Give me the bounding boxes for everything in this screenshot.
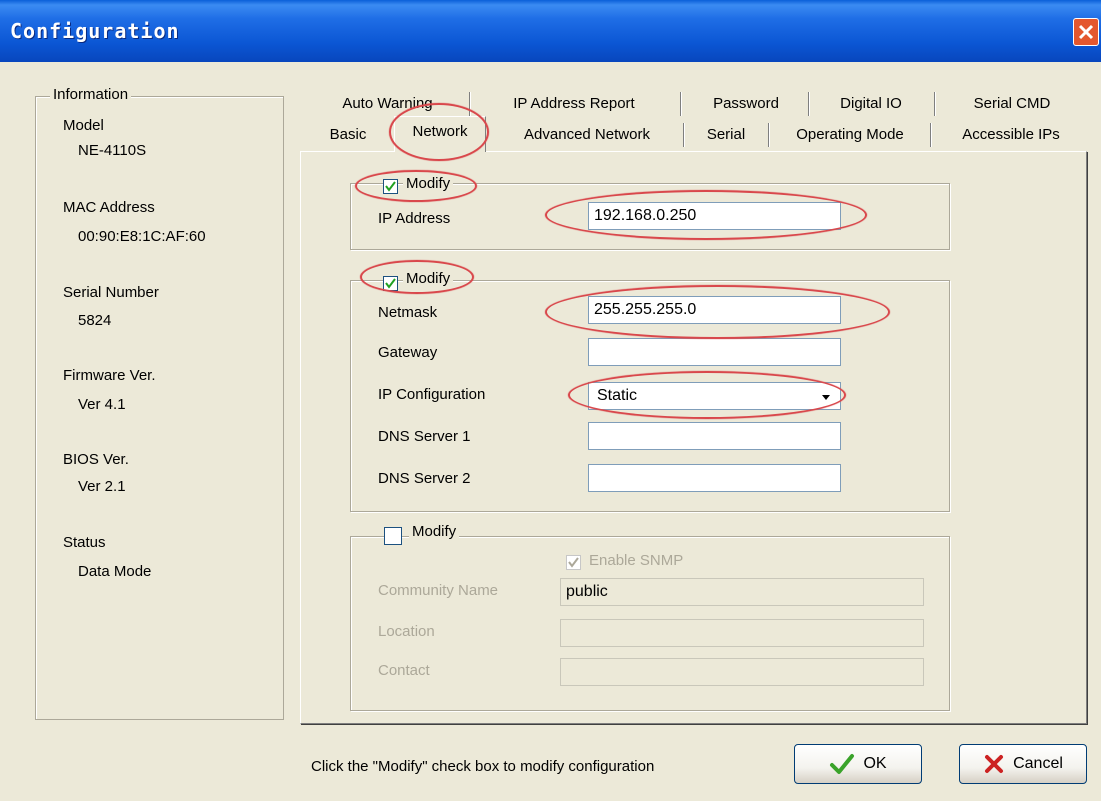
ip-modify-checkbox[interactable]	[383, 179, 398, 194]
tab-advanced-network[interactable]: Advanced Network	[497, 121, 677, 149]
location-label: Location	[378, 623, 435, 640]
gateway-label: Gateway	[378, 344, 438, 361]
gateway-input[interactable]	[588, 338, 841, 366]
dns-server-2-input[interactable]	[588, 464, 841, 492]
chevron-down-icon[interactable]	[820, 392, 832, 402]
ip-address-input[interactable]: 192.168.0.250	[588, 202, 841, 230]
cancel-button-label: Cancel	[1013, 755, 1063, 772]
contact-input[interactable]	[560, 658, 924, 686]
status-label: Status	[63, 534, 106, 551]
community-name-label: Community Name	[378, 582, 499, 599]
tab-serial[interactable]: Serial	[690, 121, 762, 149]
tab-divider	[934, 92, 935, 116]
ip-modify-label[interactable]: Modify	[403, 175, 454, 192]
contact-label: Contact	[378, 662, 430, 679]
close-button[interactable]	[1073, 18, 1099, 46]
ip-configuration-label: IP Configuration	[378, 386, 486, 403]
dns-server-2-label: DNS Server 2	[378, 470, 471, 487]
snmp-modify-label[interactable]: Modify	[409, 523, 460, 540]
firmware-value: Ver 4.1	[78, 396, 126, 413]
tab-divider	[930, 123, 931, 147]
bios-label: BIOS Ver.	[63, 451, 129, 468]
model-label: Model	[63, 117, 104, 134]
cancel-button[interactable]: Cancel	[959, 744, 1087, 784]
tab-divider	[680, 92, 681, 116]
netmask-input[interactable]: 255.255.255.0	[588, 296, 841, 324]
ok-button[interactable]: OK	[794, 744, 922, 784]
checkmark-icon	[385, 181, 396, 192]
x-icon	[985, 755, 1004, 773]
dns-server-1-label: DNS Server 1	[378, 428, 471, 445]
ip-configuration-select[interactable]: Static	[588, 382, 841, 410]
tab-ip-address-report[interactable]: IP Address Report	[478, 90, 670, 118]
check-icon	[830, 754, 855, 774]
firmware-label: Firmware Ver.	[63, 367, 156, 384]
mac-address-label: MAC Address	[63, 199, 155, 216]
tab-divider	[683, 123, 684, 147]
enable-snmp-label: Enable SNMP	[589, 552, 684, 569]
tab-divider	[808, 92, 809, 116]
model-value: NE-4110S	[78, 142, 147, 159]
window-title: Configuration	[10, 19, 180, 43]
status-value: Data Mode	[78, 563, 152, 580]
footer-hint: Click the "Modify" check box to modify c…	[311, 758, 655, 775]
network-modify-checkbox[interactable]	[383, 276, 398, 291]
netmask-label: Netmask	[378, 304, 438, 321]
mac-address-value: 00:90:E8:1C:AF:60	[78, 228, 206, 245]
tab-network[interactable]: Network	[394, 116, 486, 152]
checkmark-icon	[568, 557, 579, 568]
community-name-input[interactable]: public	[560, 578, 924, 606]
tab-accessible-ips[interactable]: Accessible IPs	[936, 121, 1086, 149]
tab-serial-cmd[interactable]: Serial CMD	[942, 90, 1082, 118]
network-modify-label[interactable]: Modify	[403, 270, 454, 287]
tab-digital-io[interactable]: Digital IO	[815, 90, 927, 118]
ip-address-label: IP Address	[378, 210, 451, 227]
ok-button-label: OK	[863, 755, 887, 772]
snmp-modify-checkbox[interactable]	[384, 527, 402, 545]
enable-snmp-checkbox[interactable]	[566, 555, 581, 570]
close-icon	[1078, 24, 1094, 40]
location-input[interactable]	[560, 619, 924, 647]
tab-divider	[469, 92, 470, 116]
dns-server-1-input[interactable]	[588, 422, 841, 450]
serial-number-value: 5824	[78, 312, 112, 329]
information-legend: Information	[50, 86, 132, 103]
tab-password[interactable]: Password	[690, 90, 802, 118]
serial-number-label: Serial Number	[63, 284, 159, 301]
information-group	[35, 96, 284, 720]
ip-configuration-value: Static	[597, 387, 638, 404]
tab-auto-warning[interactable]: Auto Warning	[325, 90, 450, 118]
tab-operating-mode[interactable]: Operating Mode	[776, 121, 924, 149]
tab-divider	[768, 123, 769, 147]
checkmark-icon	[385, 278, 396, 289]
bios-value: Ver 2.1	[78, 478, 126, 495]
tab-basic[interactable]: Basic	[312, 121, 384, 149]
